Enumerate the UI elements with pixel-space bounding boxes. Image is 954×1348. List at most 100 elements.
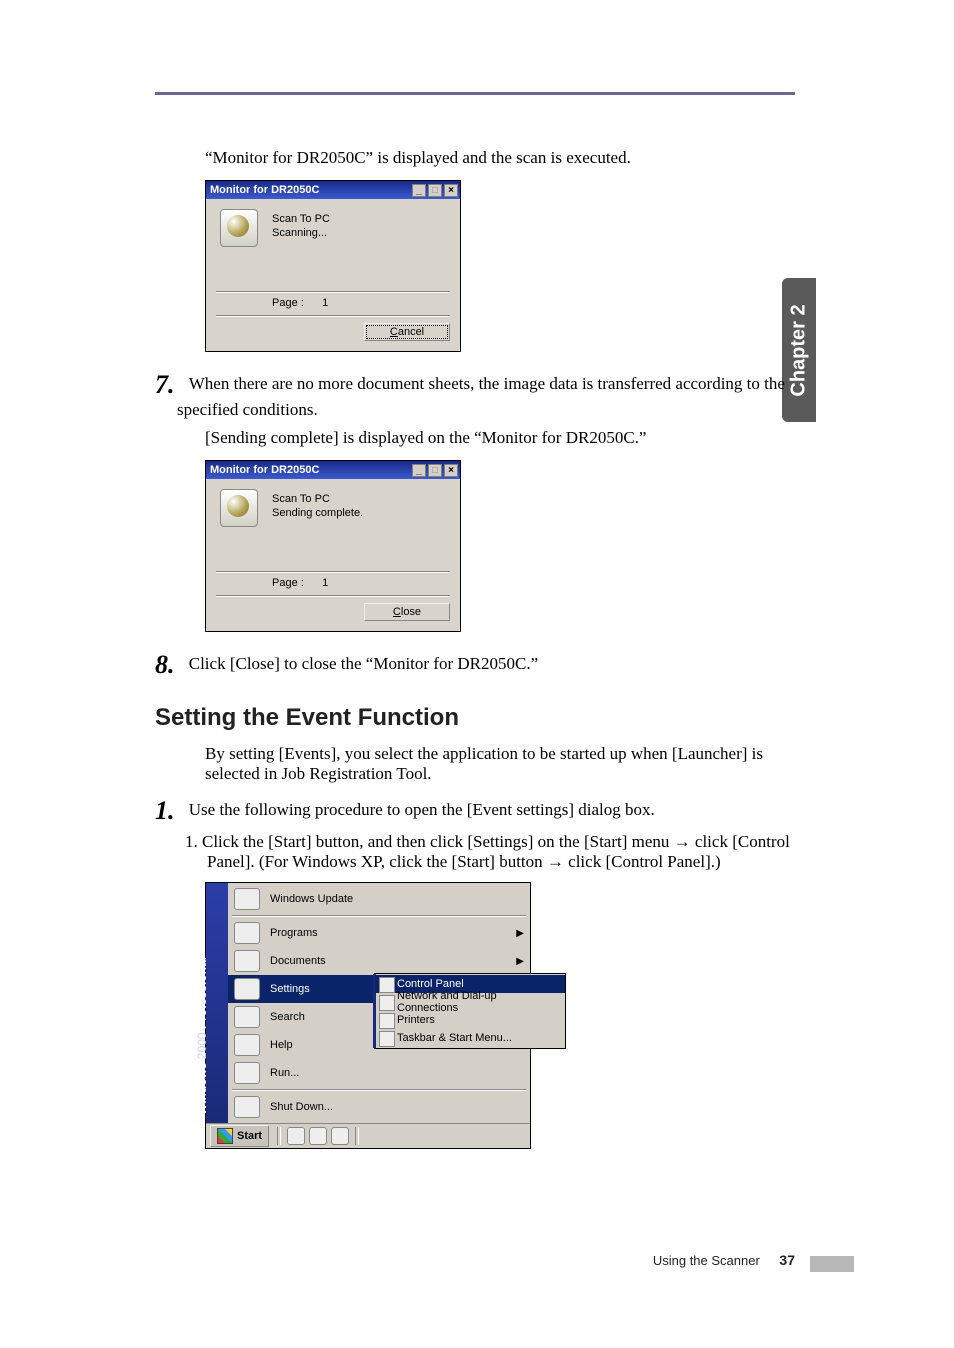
settings-flyout: Control Panel Network and Dial-up Connec… [374,973,566,1049]
flyout-network[interactable]: Network and Dial-up Connections [375,993,565,1011]
tray-ie-icon[interactable] [309,1127,327,1145]
windows-flag-icon [217,1128,233,1144]
step-1-sub1: 1. Click the [Start] button, and then cl… [207,832,795,872]
monitor-dialog-complete: Monitor for DR2050C _ □ × Scan To PC Sen… [205,460,461,632]
search-icon [234,1006,260,1028]
page-label: Page : [272,577,304,589]
close-icon[interactable]: × [444,184,458,197]
programs-icon [234,922,260,944]
dialog-titlebar: Monitor for DR2050C _ □ × [206,181,460,199]
control-panel-icon [379,977,395,993]
documents-icon [234,950,260,972]
printers-icon [379,1013,395,1029]
step-number: 7. [155,370,175,399]
menu-divider [232,915,526,917]
page-counter: Page : 1 [206,293,460,313]
settings-icon [234,978,260,1000]
section-intro: By setting [Events], you select the appl… [205,744,795,784]
menu-divider [232,1089,526,1091]
menu-label: Shut Down... [270,1101,333,1113]
menu-windows-update[interactable]: Windows Update [228,885,530,913]
menu-label: Windows Update [270,893,353,905]
dialog-titlebar: Monitor for DR2050C _ □ × [206,461,460,479]
dialog-footer: Close [206,597,460,631]
taskbar-separator [277,1127,281,1145]
shutdown-icon [234,1096,260,1118]
run-icon [234,1062,260,1084]
start-button-label: Start [237,1130,262,1142]
step-8: 8. Click [Close] to close the “Monitor f… [177,650,795,680]
step-text: When there are no more document sheets, … [177,374,785,419]
footer-page-number: 37 [779,1252,795,1268]
page-label: Page : [272,297,304,309]
scan-status: Sending complete. [272,507,450,519]
submenu-arrow-icon: ▶ [516,928,524,939]
flyout-label: Control Panel [397,978,464,990]
footer-label: Using the Scanner [653,1253,760,1268]
page-value: 1 [322,297,328,309]
dialog-footer: Cancel [206,317,460,351]
header-rule [155,92,795,95]
close-button-rest: lose [401,606,421,618]
step-7-sub: [Sending complete] is displayed on the “… [205,428,795,448]
network-icon [379,995,395,1011]
close-button[interactable]: Close [364,603,450,621]
step-number: 8. [155,650,175,679]
menu-label: Settings [270,983,310,995]
section-heading: Setting the Event Function [155,704,795,732]
cancel-button-rest: ancel [398,326,424,338]
maximize-icon: □ [428,184,442,197]
close-icon[interactable]: × [444,464,458,477]
scanner-icon [220,489,258,527]
taskbar: Start [206,1123,530,1148]
dialog-body: Scan To PC Scanning... [206,199,460,287]
start-menu-brand: Windows 2000 Professional [195,957,209,1115]
page-counter: Page : 1 [206,573,460,593]
maximize-icon: □ [428,464,442,477]
minimize-icon[interactable]: _ [412,464,426,477]
step-1: 1. Use the following procedure to open t… [177,796,795,826]
menu-label: Run... [270,1067,299,1079]
dialog-title: Monitor for DR2050C [210,184,410,196]
scanner-icon [220,209,258,247]
minimize-icon[interactable]: _ [412,184,426,197]
menu-documents[interactable]: Documents ▶ [228,947,530,975]
start-button[interactable]: Start [210,1125,269,1147]
footer-tab [810,1256,854,1272]
dialog-title: Monitor for DR2050C [210,464,410,476]
start-menu-brand-bar: Windows 2000 Professional [206,883,228,1123]
menu-shutdown[interactable]: Shut Down... [228,1093,530,1121]
menu-label: Programs [270,927,318,939]
flyout-label: Taskbar & Start Menu... [397,1032,512,1044]
tray-desktop-icon[interactable] [287,1127,305,1145]
windows-update-icon [234,888,260,910]
page-content: “Monitor for DR2050C” is displayed and t… [155,140,795,1159]
menu-programs[interactable]: Programs ▶ [228,919,530,947]
step-text: Use the following procedure to open the … [183,800,655,819]
scan-mode: Scan To PC [272,213,450,225]
page-value: 1 [322,577,328,589]
step-number: 1. [155,796,175,825]
step-7: 7. When there are no more document sheet… [177,370,795,420]
menu-label: Documents [270,955,326,967]
menu-run[interactable]: Run... [228,1059,530,1087]
intro-text: “Monitor for DR2050C” is displayed and t… [205,148,795,168]
start-menu: Windows 2000 Professional Windows Update… [205,882,531,1149]
help-icon [234,1034,260,1056]
flyout-taskbar[interactable]: Taskbar & Start Menu... [375,1029,565,1047]
start-menu-list: Windows Update Programs ▶ Documents ▶ Se… [228,883,530,1123]
start-menu-body: Windows 2000 Professional Windows Update… [206,883,530,1123]
scan-status: Scanning... [272,227,450,239]
dialog-body: Scan To PC Sending complete. [206,479,460,567]
flyout-label: Printers [397,1014,435,1026]
monitor-dialog-scanning: Monitor for DR2050C _ □ × Scan To PC Sca… [205,180,461,352]
menu-label: Search [270,1011,305,1023]
step-text: Click [Close] to close the “Monitor for … [183,654,538,673]
taskbar-icon [379,1031,395,1047]
flyout-printers[interactable]: Printers [375,1011,565,1029]
scan-mode: Scan To PC [272,493,450,505]
page-footer: Using the Scanner 37 [155,1252,795,1268]
tray-outlook-icon[interactable] [331,1127,349,1145]
menu-label: Help [270,1039,293,1051]
cancel-button[interactable]: Cancel [364,323,450,341]
